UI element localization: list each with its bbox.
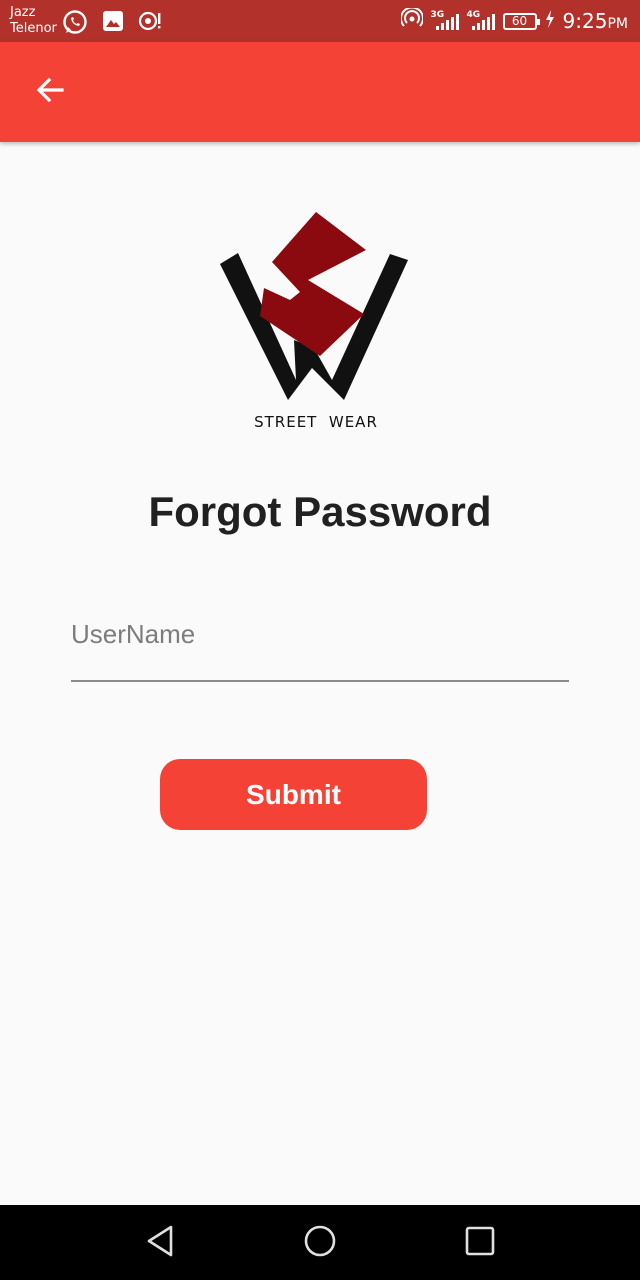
hotspot-icon [399,6,424,35]
home-circle-icon [303,1224,337,1263]
app-bar [0,42,640,142]
nav-home-button[interactable] [300,1223,340,1263]
signal-icon-sim1: 3G [431,10,459,32]
username-field[interactable] [71,606,569,682]
clock: 9:25PM [563,9,628,33]
battery-icon: 60 [502,12,540,30]
whatsapp-icon [62,9,88,40]
clock-ampm: PM [607,16,628,32]
arrow-back-icon [34,74,66,111]
recents-square-icon [464,1225,496,1262]
navigation-bar [0,1205,640,1280]
nav-back-button[interactable] [140,1223,180,1263]
back-triangle-icon [145,1224,175,1263]
logo-text: STREET WEAR [254,413,378,431]
username-input[interactable] [71,614,569,654]
status-bar: Jazz Telenor 3G 4G 60 9:25PM [0,0,640,42]
back-button[interactable] [26,68,74,116]
clock-time: 9:25 [562,9,608,33]
nav-recents-button[interactable] [460,1223,500,1263]
logo-mark [220,212,408,400]
page-title: Forgot Password [148,488,492,535]
hotspot-alert-icon [138,10,164,37]
carrier-line-1: Jazz [10,5,36,20]
carrier-line-2: Telenor [10,21,57,36]
carrier-label: Jazz Telenor [10,5,57,37]
gallery-icon [102,10,124,37]
street-wear-logo: STREET WEAR [216,208,416,440]
submit-button[interactable]: Submit [160,759,427,830]
signal-icon-sim2: 4G [467,10,495,32]
charging-icon [545,9,555,33]
